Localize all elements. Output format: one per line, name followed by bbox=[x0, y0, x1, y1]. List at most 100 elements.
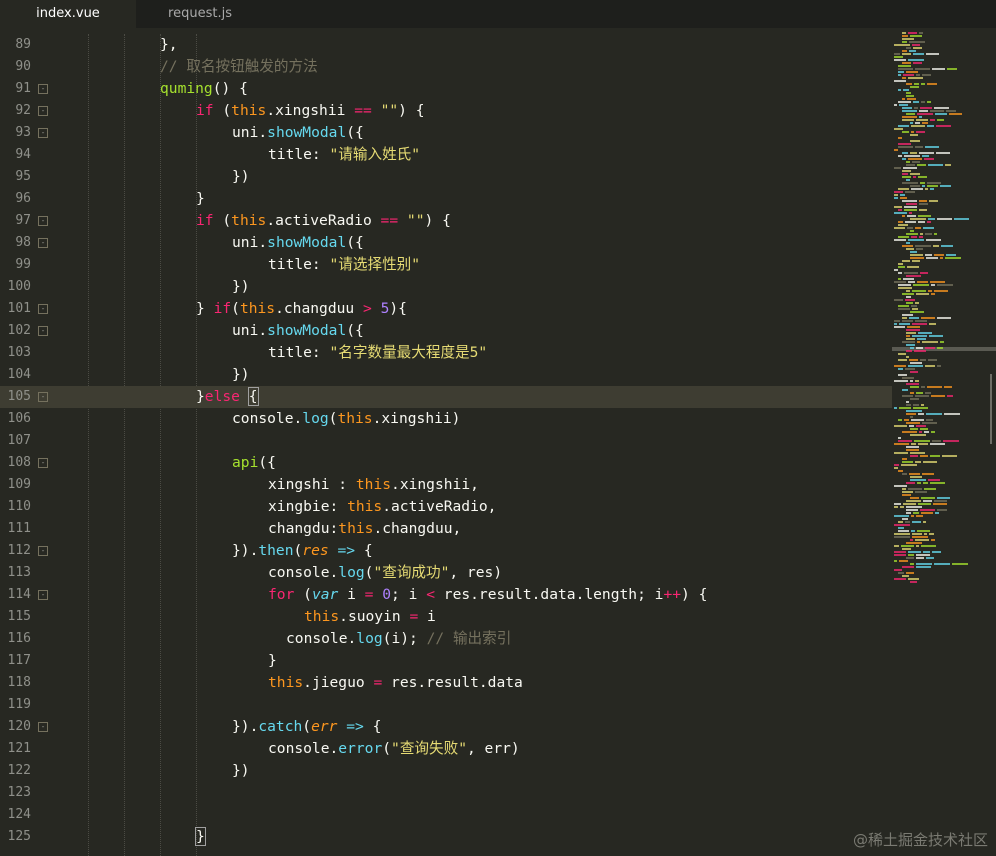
code-line[interactable]: 101-} if(this.changduu > 5){ bbox=[0, 298, 892, 320]
code-editor[interactable]: 89}, 90// 取名按钮触发的方法 91- quming() {92- if (th… bbox=[0, 34, 892, 856]
code-line[interactable]: 110 xingbie: this.activeRadio, bbox=[0, 496, 892, 518]
fold-toggle-icon[interactable]: - bbox=[38, 238, 48, 248]
minimap-code-mark bbox=[894, 365, 906, 367]
code-line[interactable]: 91- quming() { bbox=[0, 78, 892, 100]
minimap-code-mark bbox=[921, 512, 933, 514]
minimap-code-mark bbox=[921, 386, 925, 388]
fold-toggle-icon[interactable]: - bbox=[38, 392, 48, 402]
minimap-code-mark bbox=[916, 554, 930, 556]
code-token: "查询成功" bbox=[373, 564, 450, 581]
code-line[interactable]: 104}) bbox=[0, 364, 892, 386]
fold-toggle-icon[interactable]: - bbox=[38, 590, 48, 600]
code-line[interactable]: 124 bbox=[0, 804, 892, 826]
code-text: } bbox=[196, 188, 205, 210]
minimap-code-mark bbox=[913, 407, 928, 409]
code-line[interactable]: 105-}else { bbox=[0, 386, 892, 408]
code-line[interactable]: 90 // 取名按钮触发的方法 bbox=[0, 56, 892, 78]
minimap-code-mark bbox=[914, 350, 926, 352]
fold-toggle-icon[interactable]: - bbox=[38, 84, 48, 94]
code-line[interactable]: 92- if (this.xingshii == "") { bbox=[0, 100, 892, 122]
fold-toggle-icon[interactable]: - bbox=[38, 128, 48, 138]
code-text: changdu:this.changduu, bbox=[268, 518, 461, 540]
minimap-code-mark bbox=[898, 125, 909, 127]
code-line[interactable]: 119 bbox=[0, 694, 892, 716]
minimap-code-mark bbox=[909, 41, 925, 43]
minimap-code-mark bbox=[907, 227, 913, 229]
code-text: console.error("查询失败", err) bbox=[268, 738, 520, 760]
code-token: ( bbox=[213, 102, 232, 119]
minimap-code-mark bbox=[898, 272, 902, 274]
code-line[interactable]: 117} bbox=[0, 650, 892, 672]
code-token: "请输入姓氏" bbox=[329, 146, 421, 163]
code-token: title: bbox=[268, 256, 330, 273]
code-line[interactable]: 121 console.error("查询失败", err) bbox=[0, 738, 892, 760]
code-line[interactable]: 125} bbox=[0, 826, 892, 848]
code-line[interactable]: 123 bbox=[0, 782, 892, 804]
minimap-code-mark bbox=[944, 386, 952, 388]
fold-toggle-icon[interactable]: - bbox=[38, 216, 48, 226]
code-line[interactable]: 99 title: "请选择性别" bbox=[0, 254, 892, 276]
minimap-code-mark bbox=[915, 245, 931, 247]
code-line[interactable]: 116 console.log(i); // 输出索引 bbox=[0, 628, 892, 650]
minimap-code-mark bbox=[912, 323, 927, 325]
code-line[interactable]: 102- uni.showModal({ bbox=[0, 320, 892, 342]
code-line[interactable]: 122}) bbox=[0, 760, 892, 782]
code-token: showModal bbox=[267, 234, 347, 251]
minimap-code-mark bbox=[910, 455, 918, 457]
code-token: < bbox=[426, 586, 435, 603]
code-line[interactable]: 103 title: "名字数量最大程度是5" bbox=[0, 342, 892, 364]
code-line[interactable]: 89}, bbox=[0, 34, 892, 56]
minimap-code-mark bbox=[913, 62, 922, 64]
minimap-code-mark bbox=[918, 332, 932, 334]
minimap-code-mark bbox=[922, 74, 931, 76]
code-line[interactable]: 97- if (this.activeRadio == "") { bbox=[0, 210, 892, 232]
tab-index-vue[interactable]: index.vue bbox=[0, 0, 136, 28]
code-line[interactable]: 107 bbox=[0, 430, 892, 452]
minimap-code-mark bbox=[940, 341, 944, 343]
minimap-code-mark bbox=[906, 161, 910, 163]
code-token: if bbox=[196, 212, 214, 229]
minimap-code-mark bbox=[898, 143, 911, 145]
minimap[interactable] bbox=[892, 30, 996, 856]
fold-toggle-icon[interactable]: - bbox=[38, 458, 48, 468]
fold-toggle-icon[interactable]: - bbox=[38, 722, 48, 732]
code-line[interactable]: 95}) bbox=[0, 166, 892, 188]
fold-toggle-icon[interactable]: - bbox=[38, 546, 48, 556]
code-line[interactable]: 120-}).catch(err => { bbox=[0, 716, 892, 738]
code-line[interactable]: 100}) bbox=[0, 276, 892, 298]
minimap-code-mark bbox=[908, 32, 917, 34]
minimap-code-mark bbox=[898, 470, 903, 472]
minimap-code-mark bbox=[898, 437, 901, 439]
fold-toggle-icon[interactable]: - bbox=[38, 326, 48, 336]
minimap-code-mark bbox=[916, 293, 929, 295]
code-line[interactable]: 115 this.suoyin = i bbox=[0, 606, 892, 628]
minimap-code-mark bbox=[946, 254, 956, 256]
minimap-code-mark bbox=[909, 425, 914, 427]
code-line[interactable]: 109 xingshi : this.xingshii, bbox=[0, 474, 892, 496]
minimap-code-mark bbox=[929, 335, 943, 337]
code-line[interactable]: 94 title: "请输入姓氏" bbox=[0, 144, 892, 166]
minimap-code-mark bbox=[908, 554, 914, 556]
code-line[interactable]: 98- uni.showModal({ bbox=[0, 232, 892, 254]
code-line[interactable]: 93- uni.showModal({ bbox=[0, 122, 892, 144]
minimap-code-mark bbox=[906, 401, 909, 403]
fold-toggle-icon[interactable]: - bbox=[38, 106, 48, 116]
code-line[interactable]: 108- api({ bbox=[0, 452, 892, 474]
line-number: 93 bbox=[15, 125, 31, 140]
minimap-code-mark bbox=[902, 215, 905, 217]
code-line[interactable]: 111 changdu:this.changduu, bbox=[0, 518, 892, 540]
fold-toggle-icon[interactable]: - bbox=[38, 304, 48, 314]
code-line[interactable]: 113 console.log("查询成功", res) bbox=[0, 562, 892, 584]
code-line[interactable]: 112-}).then(res => { bbox=[0, 540, 892, 562]
code-token: ( bbox=[382, 740, 392, 757]
code-line[interactable]: 96} bbox=[0, 188, 892, 210]
code-line[interactable]: 106 console.log(this.xingshii) bbox=[0, 408, 892, 430]
minimap-code-mark bbox=[915, 68, 930, 70]
tab-request-js[interactable]: request.js bbox=[140, 0, 260, 28]
code-text: }) bbox=[232, 166, 250, 188]
minimap-code-mark bbox=[900, 197, 907, 199]
code-line[interactable]: 118 this.jieguo = res.result.data bbox=[0, 672, 892, 694]
code-line[interactable]: 114- for (var i = 0; i < res.result.data.… bbox=[0, 584, 892, 606]
scrollbar[interactable] bbox=[990, 374, 992, 444]
